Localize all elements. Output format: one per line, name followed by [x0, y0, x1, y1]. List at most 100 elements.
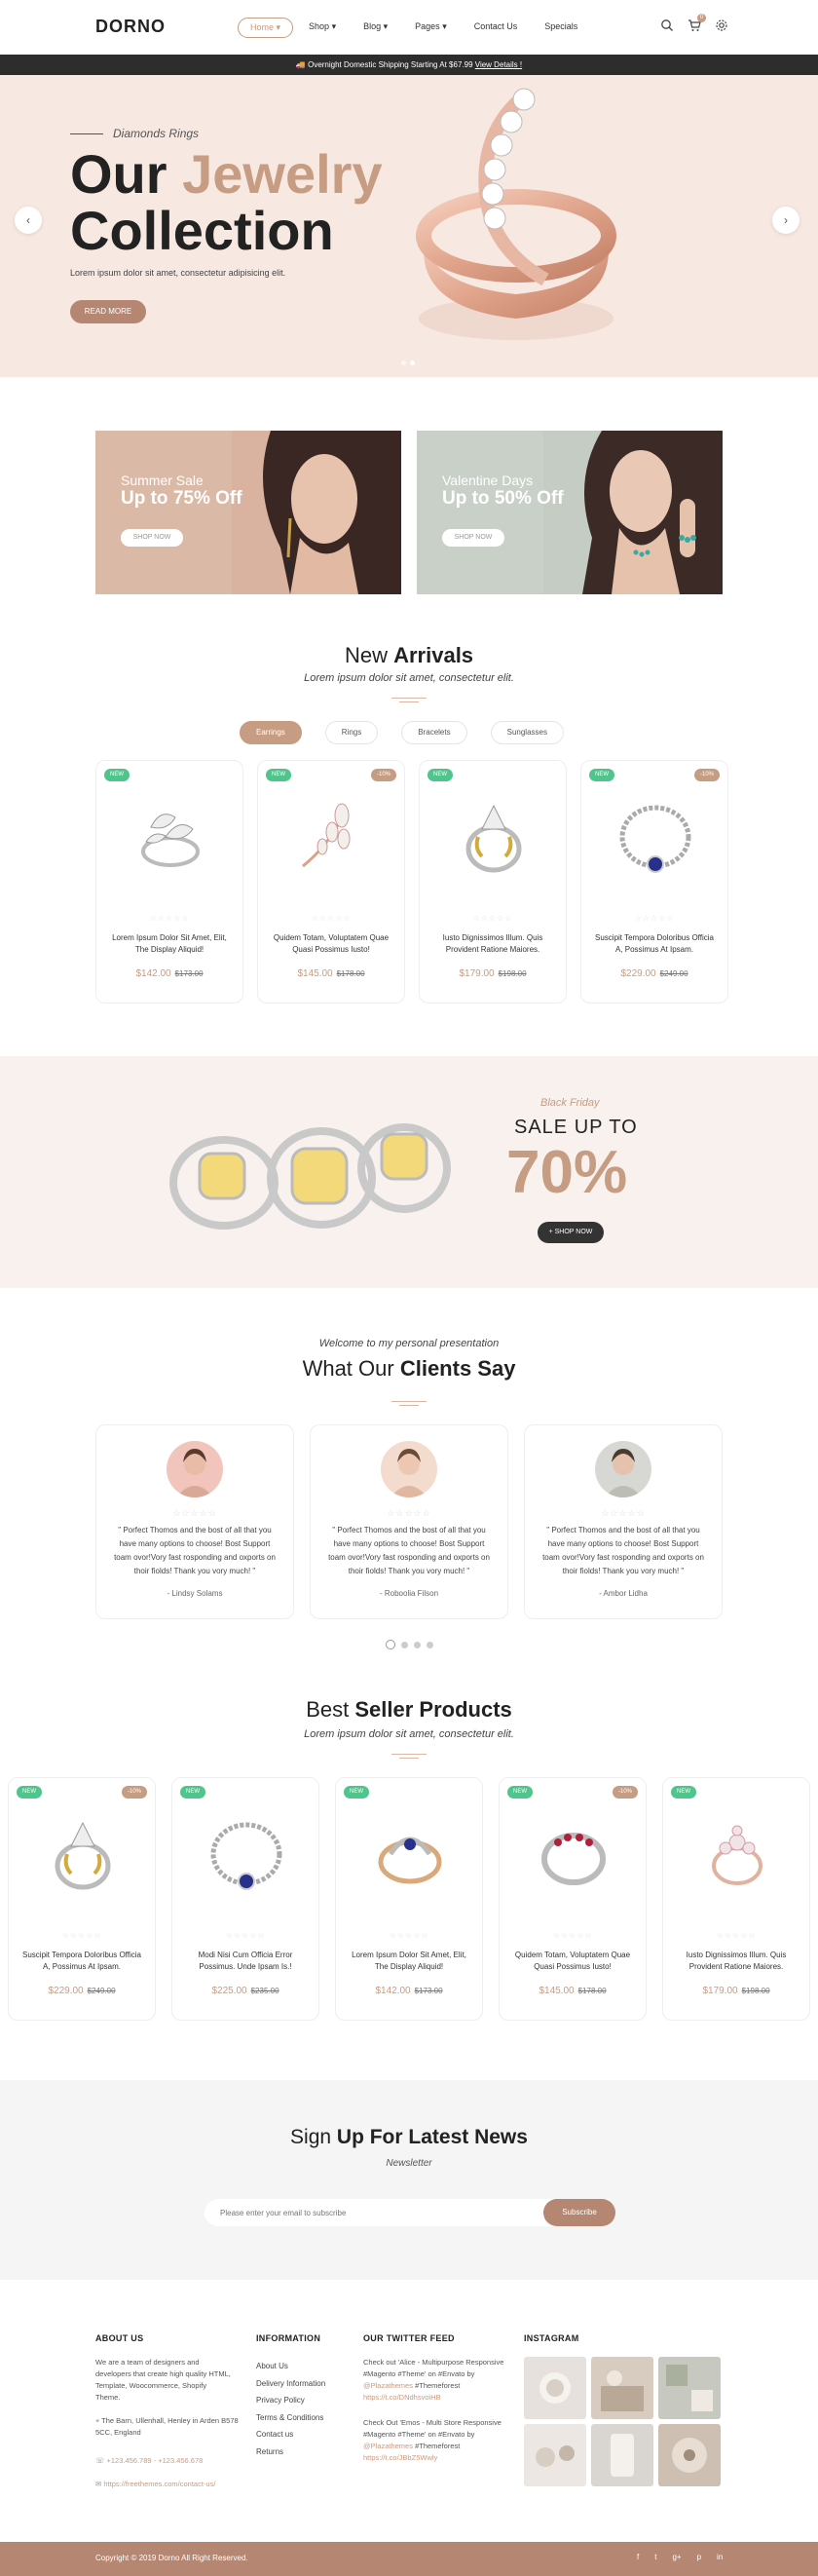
product-card[interactable]: NEW -10% ☆☆☆☆☆ Suscipit Tempora Doloribu… [580, 760, 728, 1004]
subscribe-button[interactable]: Subscribe [543, 2199, 615, 2226]
sapphire-bracelet-image [619, 805, 691, 873]
footer-link-terms[interactable]: Terms & Conditions [256, 2409, 325, 2427]
rating-stars: ☆☆☆☆☆ [472, 914, 513, 923]
footer-link-privacy[interactable]: Privacy Policy [256, 2392, 325, 2409]
header-icons: 0 [660, 14, 728, 32]
rating-stars: ☆☆☆☆☆ [387, 1508, 431, 1518]
shipping-notice-bar: 🚚 Overnight Domestic Shipping Starting A… [0, 55, 818, 75]
nav-blog[interactable]: Blog ▾ [352, 18, 399, 38]
instagram-photo[interactable] [524, 2357, 586, 2419]
read-more-button[interactable]: READ MORE [70, 300, 146, 323]
rating-stars: ☆☆☆☆☆ [172, 1508, 217, 1518]
instagram-photo[interactable] [658, 2424, 721, 2486]
view-details-link[interactable]: View Details ! [475, 60, 522, 69]
section-divider [391, 698, 427, 703]
product-card[interactable]: NEW ☆☆☆☆☆ Iusto Dignissimos Illum. Quis … [419, 760, 567, 1004]
shipping-text: Overnight Domestic Shipping Starting At … [308, 60, 473, 69]
nav-pages[interactable]: Pages ▾ [403, 18, 459, 38]
logo[interactable]: DORNO [95, 17, 166, 37]
cart-icon[interactable]: 0 [688, 14, 706, 32]
footer-link-contact[interactable]: Contact us [256, 2426, 325, 2443]
shop-now-button[interactable]: + SHOP NOW [538, 1222, 604, 1243]
product-card[interactable]: NEW -10% ☆☆☆☆☆ Suscipit Tempora Doloribu… [8, 1777, 156, 2021]
product-card[interactable]: NEW ☆☆☆☆☆ Modi Nisi Cum Officia Error Po… [171, 1777, 319, 2021]
product-name[interactable]: Lorem Ipsum Dolor Sit Amet, Elit, The Di… [106, 932, 233, 956]
product-name[interactable]: Suscipit Tempora Doloribus Officia A, Po… [591, 932, 718, 956]
linkedin-icon[interactable]: in [717, 2553, 723, 2561]
footer-link-returns[interactable]: Returns [256, 2443, 325, 2461]
main-nav: Home ▾ Shop ▾ Blog ▾ Pages ▾ Contact Us … [238, 18, 593, 38]
tab-bracelets[interactable]: Bracelets [401, 721, 467, 744]
tab-rings[interactable]: Rings [324, 721, 379, 744]
product-card[interactable]: NEW ☆☆☆☆☆ Iusto Dignissimos Illum. Quis … [662, 1777, 810, 2021]
nav-shop[interactable]: Shop ▾ [297, 18, 348, 38]
footer-link-delivery[interactable]: Delivery Information [256, 2375, 325, 2393]
pinterest-icon[interactable]: p [697, 2553, 701, 2561]
product-card[interactable]: NEW -10% ☆☆☆☆☆ Quidem Totam, Voluptatem … [257, 760, 405, 1004]
black-friday-banner: Black Friday SALE UP TO 70% + SHOP NOW [0, 1056, 818, 1288]
floral-ring-image [712, 1825, 762, 1885]
pagination-dot[interactable] [401, 1641, 408, 1648]
old-price: $178.00 [577, 1987, 607, 1995]
product-name[interactable]: Quidem Totam, Voluptatem Quae Quasi Poss… [509, 1950, 636, 1973]
product-card[interactable]: NEW -10% ☆☆☆☆☆ Quidem Totam, Voluptatem … [499, 1777, 647, 2021]
google-plus-icon[interactable]: g+ [672, 2553, 681, 2561]
product-card[interactable]: NEW ☆☆☆☆☆ Lorem Ipsum Dolor Sit Amet, El… [335, 1777, 483, 2021]
pagination-dot[interactable] [427, 1641, 433, 1648]
product-name[interactable]: Suscipit Tempora Doloribus Officia A, Po… [19, 1950, 145, 1973]
facebook-icon[interactable]: f [637, 2553, 639, 2561]
product-name[interactable]: Iusto Dignissimos Illum. Quis Provident … [429, 932, 556, 956]
tab-earrings[interactable]: Earrings [240, 721, 302, 744]
old-price: $198.00 [741, 1987, 770, 1995]
settings-gear-icon[interactable] [715, 19, 728, 32]
slider-dot[interactable] [401, 360, 406, 365]
slider-dot[interactable] [410, 360, 415, 365]
product-name[interactable]: Quidem Totam, Voluptatem Quae Quasi Poss… [268, 932, 394, 956]
pagination-dot[interactable] [414, 1641, 421, 1648]
avatar [167, 1441, 223, 1497]
product-name[interactable]: Lorem Ipsum Dolor Sit Amet, Elit, The Di… [346, 1950, 472, 1973]
product-price: $145.00 $178.00 [297, 968, 365, 979]
sale-badge: -10% [612, 1786, 638, 1799]
new-badge: NEW [507, 1786, 533, 1799]
summer-sale-banner[interactable]: Summer Sale Up to 75% Off SHOP NOW [95, 431, 401, 594]
hero-title: Our Jewelry Collection [70, 143, 383, 261]
search-icon[interactable] [660, 19, 674, 32]
nav-specials[interactable]: Specials [533, 18, 589, 38]
pagination-dot[interactable] [386, 1640, 395, 1649]
nav-home[interactable]: Home ▾ [238, 18, 294, 38]
social-links: f t g+ p in [637, 2553, 723, 2561]
shop-now-button[interactable]: SHOP NOW [442, 529, 504, 547]
valentine-days-banner[interactable]: Valentine Days Up to 50% Off SHOP NOW [417, 431, 723, 594]
instagram-photo[interactable] [591, 2357, 653, 2419]
tab-sunglasses[interactable]: Sunglasses [490, 721, 564, 744]
shop-now-button[interactable]: SHOP NOW [121, 529, 183, 547]
section-divider [391, 1401, 427, 1407]
banner-line2: Up to 50% Off [442, 488, 564, 509]
instagram-photo[interactable] [524, 2424, 586, 2486]
product-price: $145.00 $178.00 [539, 1986, 607, 1996]
model-bracelet-image [543, 431, 723, 594]
instagram-photo[interactable] [658, 2357, 721, 2419]
newsletter-email-input[interactable] [204, 2199, 586, 2226]
slider-prev-arrow-icon[interactable]: ‹ [15, 207, 42, 234]
twist-ring-image [378, 1837, 442, 1884]
testimonials-kicker: Welcome to my personal presentation [318, 1338, 500, 1349]
twitter-icon[interactable]: t [654, 2553, 656, 2561]
instagram-photo[interactable] [591, 2424, 653, 2486]
testimonial-author: - Roboolia Filson [379, 1589, 439, 1598]
product-name[interactable]: Iusto Dignissimos Illum. Quis Provident … [673, 1950, 799, 1973]
product-name[interactable]: Modi Nisi Cum Officia Error Possimus. Un… [182, 1950, 309, 1973]
newsletter-title: Sign Up For Latest News [290, 2126, 528, 2148]
product-card[interactable]: NEW ☆☆☆☆☆ Lorem Ipsum Dolor Sit Amet, El… [95, 760, 243, 1004]
sale-badge: -10% [121, 1786, 147, 1799]
phone-icon: ☏ [95, 2456, 107, 2465]
nav-contact[interactable]: Contact Us [463, 18, 530, 38]
testimonial-quote: " Porfect Thomos and the bost of all tha… [114, 1526, 276, 1575]
footer-website[interactable]: ✉ https://freethemes.com/contact-us/ [95, 2479, 251, 2490]
footer-link-about[interactable]: About Us [256, 2358, 325, 2375]
slider-next-arrow-icon[interactable]: › [772, 207, 799, 234]
newsletter-subtitle: Newsletter [386, 2158, 432, 2169]
banner-line2: Up to 75% Off [121, 488, 242, 509]
product-price: $229.00 $249.00 [620, 968, 688, 979]
